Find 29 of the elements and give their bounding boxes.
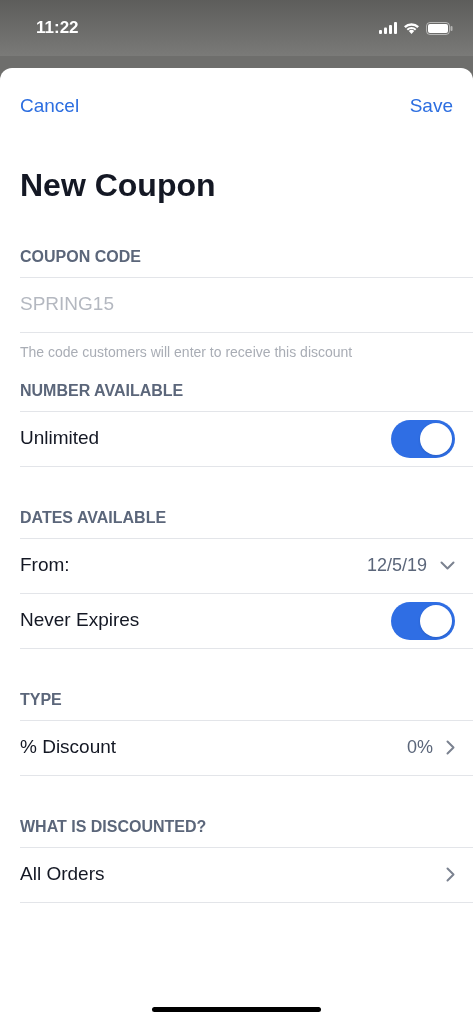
list-row[interactable]: All Orders	[20, 846, 473, 902]
toggle-switch[interactable]	[391, 419, 455, 458]
battery-icon	[426, 21, 453, 35]
signal-icon	[379, 22, 397, 34]
row-value: 0%	[407, 736, 433, 759]
row-label: Unlimited	[20, 426, 100, 451]
row-label: Never Expires	[20, 608, 140, 633]
list-row[interactable]: % Discount 0%	[20, 719, 473, 775]
row-label: From:	[20, 553, 70, 578]
wifi-icon	[403, 22, 420, 34]
section-header: NUMBER AVAILABLE	[19, 380, 185, 401]
list-row[interactable]: From: 12/5/19	[20, 537, 473, 593]
hint-text: The code customers will enter to receive this discount	[19, 342, 354, 362]
section-header: TYPE	[19, 689, 63, 710]
section-header: DATES AVAILABLE	[19, 507, 168, 528]
save-button[interactable]: Save	[409, 92, 453, 121]
toggle-switch[interactable]	[391, 601, 455, 640]
section-header: WHAT IS DISCOUNTED?	[19, 816, 208, 837]
status-time: 11:22	[36, 17, 79, 40]
page-title: New Coupon	[19, 165, 217, 205]
cancel-button[interactable]: Cancel	[20, 92, 80, 121]
section-header: COUPON CODE	[19, 246, 142, 267]
row-label: % Discount	[20, 735, 117, 760]
chevron-right-icon	[446, 867, 455, 882]
chevron-right-icon	[446, 740, 455, 755]
row-label: All Orders	[20, 862, 105, 887]
chevron-down-icon	[440, 561, 455, 570]
coupon-code-field[interactable]: SPRING15	[20, 290, 455, 319]
row-value: 12/5/19	[366, 554, 427, 577]
